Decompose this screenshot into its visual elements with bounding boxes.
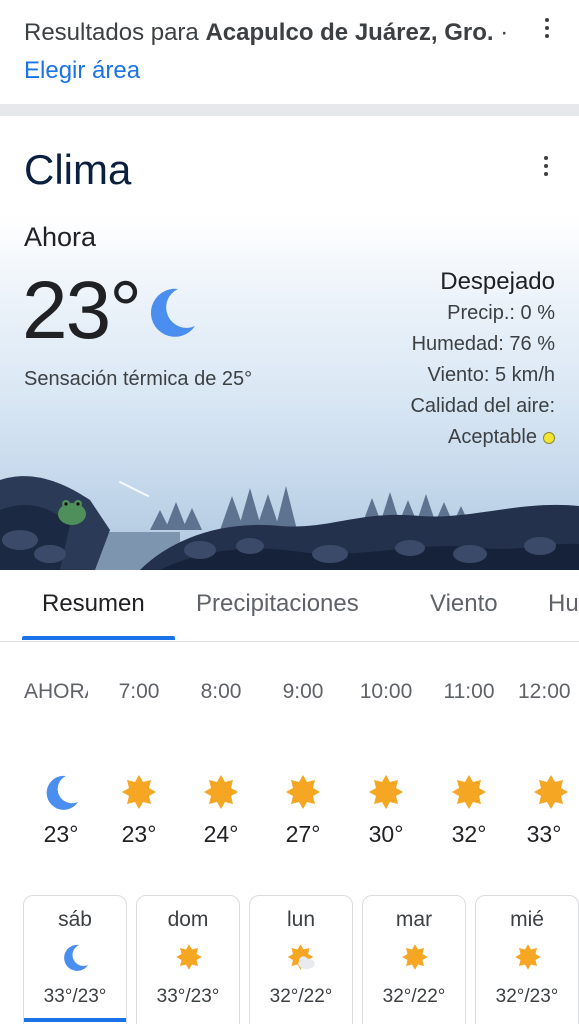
results-header: Resultados para Acapulco de Juárez, Gro.… (0, 0, 579, 104)
active-tab-indicator (22, 636, 175, 640)
air-quality-label: Calidad del aire: (410, 395, 555, 417)
hour-time: AHORA (24, 680, 88, 703)
day-temperature-range: 33°/23° (43, 986, 107, 1007)
feels-like: Sensación térmica de 25° (24, 368, 253, 390)
weather-more-options-icon[interactable] (534, 154, 558, 178)
results-location-text: Resultados para Acapulco de Juárez, Gro.… (24, 14, 524, 90)
tab-summary[interactable]: Resumen (42, 590, 145, 618)
condition-details: Despejado Precip.: 0 % Humedad: 76 % Vie… (410, 266, 555, 453)
day-name: sáb (58, 908, 92, 931)
hour-time: 10:00 (359, 680, 413, 703)
day-name: mié (510, 908, 544, 931)
weather-tabs: Resumen Precipitaciones Viento Humedad (0, 570, 579, 642)
hour-time: 11:00 (443, 680, 495, 703)
wind: Viento: 5 km/h (427, 364, 555, 386)
hour-temperature: 32° (451, 821, 487, 847)
sun-icon (122, 775, 156, 809)
air-quality-value: Aceptable (448, 426, 537, 448)
hour-temperature: 33° (526, 821, 562, 847)
section-divider (0, 104, 579, 116)
day-name: mar (395, 908, 433, 931)
air-quality-dot-icon (543, 431, 555, 444)
selected-day-indicator (24, 1018, 126, 1022)
tab-precipitation[interactable]: Precipitaciones (196, 590, 359, 618)
hour-time: 8:00 (200, 680, 242, 703)
day-name: lun (286, 908, 316, 931)
weather-card: Clima Ahora 23° Sensación térmica de 25°… (0, 116, 579, 570)
day-temperature-range: 32°/22° (269, 986, 333, 1007)
precipitation: Precip.: 0 % (447, 302, 555, 324)
separator: · (493, 19, 509, 46)
sun-icon (402, 944, 428, 970)
day-temperature-range: 33°/23° (156, 986, 220, 1007)
hour-time: 9:00 (282, 680, 324, 703)
day-temperature-range: 32°/23° (495, 986, 559, 1007)
sun-icon (286, 775, 320, 809)
day-card-sat[interactable]: sáb 33°/23° (23, 895, 127, 1024)
night-landscape-illustration (0, 476, 579, 570)
sun-icon (515, 944, 541, 970)
location-name: Acapulco de Juárez, Gro. (205, 19, 494, 46)
hour-temperature: 30° (368, 821, 404, 847)
air-quality: Aceptable (410, 422, 555, 453)
moon-icon (64, 944, 88, 971)
hour-temperature: 23° (121, 821, 157, 847)
hour-time: 12:00 (518, 680, 571, 703)
sun-icon (452, 775, 486, 809)
sun-icon (369, 775, 403, 809)
day-card-mon[interactable]: lun 32°/22° (249, 895, 353, 1024)
partly-cloudy-icon (287, 944, 315, 970)
day-card-wed[interactable]: mié 32°/23° (475, 895, 579, 1024)
moon-icon (150, 288, 195, 337)
choose-area-link[interactable]: Elegir área (24, 57, 140, 84)
day-card-sun[interactable]: dom 33°/23° (136, 895, 240, 1024)
hour-time: 7:00 (118, 680, 160, 703)
more-options-icon[interactable] (535, 16, 559, 40)
sun-icon (534, 775, 568, 809)
sun-icon (176, 944, 202, 970)
hour-temperature: 24° (203, 821, 239, 847)
hour-temperature: 23° (43, 821, 79, 847)
condition-title: Despejado (440, 268, 555, 295)
current-temperature: 23° (22, 265, 142, 356)
results-prefix: Resultados para (24, 19, 206, 46)
tab-humidity[interactable]: Humedad (548, 590, 579, 618)
moon-icon (46, 775, 78, 810)
day-card-tue[interactable]: mar 32°/22° (362, 895, 466, 1024)
now-label: Ahora (24, 222, 97, 252)
humidity: Humedad: 76 % (411, 333, 555, 355)
day-name: dom (167, 908, 209, 931)
tab-wind[interactable]: Viento (430, 590, 498, 618)
frog-mascot-icon (58, 500, 86, 525)
day-temperature-range: 32°/22° (382, 986, 446, 1007)
weather-title: Clima (24, 146, 132, 193)
sun-icon (204, 775, 238, 809)
hour-temperature: 27° (285, 821, 321, 847)
